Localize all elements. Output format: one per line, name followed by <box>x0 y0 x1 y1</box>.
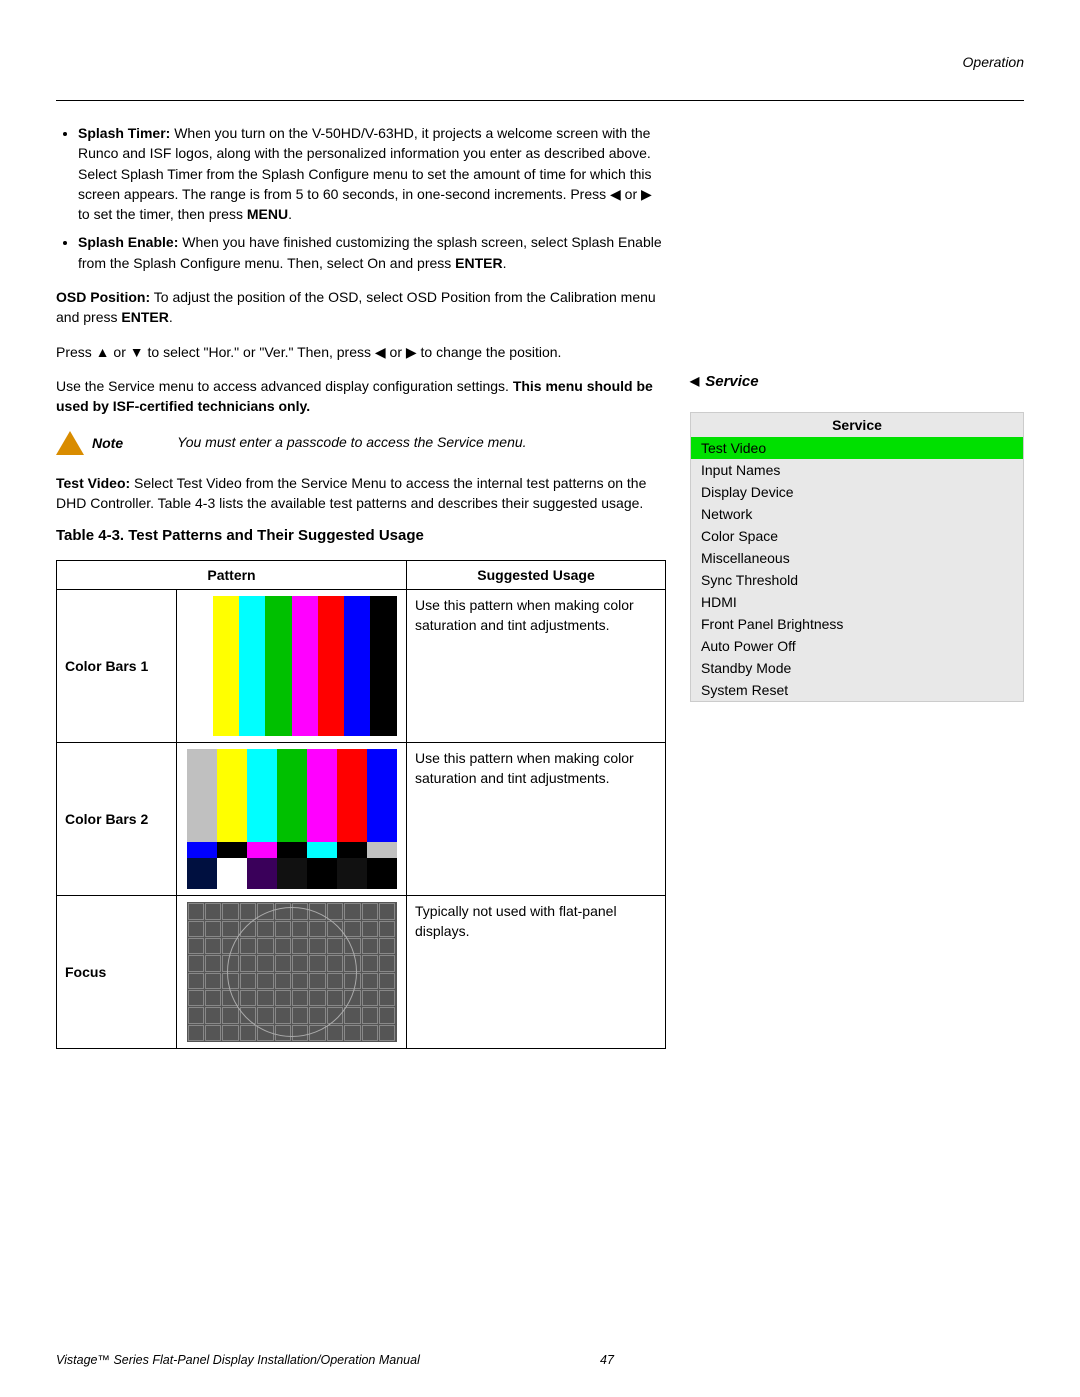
service-item-hdmi[interactable]: HDMI <box>691 591 1023 613</box>
focus-circle-icon <box>227 907 357 1037</box>
pattern-usage: Use this pattern when making color satur… <box>407 590 666 743</box>
osd-position-para: OSD Position: To adjust the position of … <box>56 287 666 328</box>
page-number: 47 <box>600 1353 614 1367</box>
service-heading: Service <box>690 373 1024 390</box>
pattern-image-cell <box>177 743 407 896</box>
header-section: Operation <box>56 54 1024 70</box>
service-item-system-reset[interactable]: System Reset <box>691 679 1023 701</box>
service-menu: Service Test Video Input Names Display D… <box>690 412 1024 702</box>
note-block: Note You must enter a passcode to access… <box>56 431 666 455</box>
service-item-sync-threshold[interactable]: Sync Threshold <box>691 569 1023 591</box>
footer-title: Vistage™ Series Flat-Panel Display Insta… <box>56 1353 420 1367</box>
focus-swatch <box>187 902 397 1042</box>
th-pattern: Pattern <box>57 561 407 590</box>
service-menu-title: Service <box>691 413 1023 437</box>
table-caption: Table 4-3. Test Patterns and Their Sugge… <box>56 527 666 544</box>
sidebar: Service Service Test Video Input Names D… <box>690 123 1024 1049</box>
bullet-splash-enable: Splash Enable: When you have finished cu… <box>78 232 666 273</box>
note-label: Note <box>92 435 123 451</box>
pattern-usage: Use this pattern when making color satur… <box>407 743 666 896</box>
service-item-color-space[interactable]: Color Space <box>691 525 1023 547</box>
service-item-input-names[interactable]: Input Names <box>691 459 1023 481</box>
color-bars-1-swatch <box>187 596 397 736</box>
service-item-auto-power-off[interactable]: Auto Power Off <box>691 635 1023 657</box>
splash-bullets: Splash Timer: When you turn on the V-50H… <box>56 123 666 273</box>
table-row: Color Bars 1 <box>57 590 666 743</box>
service-item-network[interactable]: Network <box>691 503 1023 525</box>
service-item-display-device[interactable]: Display Device <box>691 481 1023 503</box>
test-patterns-table: Pattern Suggested Usage Color Bars 1 <box>56 560 666 1049</box>
test-video-para: Test Video: Select Test Video from the S… <box>56 473 666 514</box>
pattern-usage: Typically not used with flat-panel displ… <box>407 896 666 1049</box>
table-row: Focus T <box>57 896 666 1049</box>
service-item-front-panel-brightness[interactable]: Front Panel Brightness <box>691 613 1023 635</box>
divider-top <box>56 100 1024 101</box>
bullet-splash-timer: Splash Timer: When you turn on the V-50H… <box>78 123 666 224</box>
pattern-name: Focus <box>57 896 177 1049</box>
main-content: Splash Timer: When you turn on the V-50H… <box>56 123 666 1049</box>
color-bars-2-swatch <box>187 749 397 889</box>
service-intro: Use the Service menu to access advanced … <box>56 376 666 417</box>
pattern-name: Color Bars 2 <box>57 743 177 896</box>
service-item-miscellaneous[interactable]: Miscellaneous <box>691 547 1023 569</box>
service-item-standby-mode[interactable]: Standby Mode <box>691 657 1023 679</box>
th-usage: Suggested Usage <box>407 561 666 590</box>
warning-triangle-icon <box>56 431 84 455</box>
pattern-image-cell <box>177 896 407 1049</box>
press-instructions: Press ▲ or ▼ to select "Hor." or "Ver." … <box>56 342 666 362</box>
note-text: You must enter a passcode to access the … <box>177 432 666 452</box>
footer: Vistage™ Series Flat-Panel Display Insta… <box>56 1353 1024 1367</box>
table-row: Color Bars 2 <box>57 743 666 896</box>
pattern-image-cell <box>177 590 407 743</box>
pattern-name: Color Bars 1 <box>57 590 177 743</box>
service-item-test-video[interactable]: Test Video <box>691 437 1023 459</box>
